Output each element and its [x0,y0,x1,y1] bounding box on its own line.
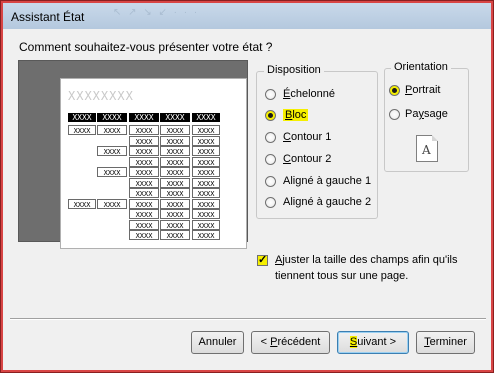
disposition-title: Disposition [264,64,324,76]
radio-label-portrait: Portrait [405,84,441,96]
radio-bloc[interactable]: Bloc [265,107,309,123]
preview-cell: XXXX [129,125,159,135]
preview-cell: XXXX [192,146,220,156]
radio-label-contour-2: Contour 2 [283,153,332,165]
radio-button[interactable] [265,175,276,187]
preview-cell: XXXX [160,135,190,146]
preview-cell: XXXX [160,125,190,135]
finish-button[interactable]: Terminer [416,331,475,354]
document-icon-letter: A [422,143,431,157]
preview-header-cell: XXXX [129,113,159,122]
radio-portrait[interactable]: Portrait [389,82,440,98]
preview-cell: XXXX [129,219,159,230]
radio-label-echelonne: Échelonné [283,88,335,100]
radio-label-bloc: Bloc [283,109,309,121]
radio-aligne-gauche-2[interactable]: Aligné à gauche 2 [265,194,371,210]
orientation-title: Orientation [391,61,451,73]
adjust-fields-label: Ajuster la taille des champs afin qu'ils… [275,253,457,283]
preview-cell: XXXX [68,198,96,209]
radio-button[interactable] [265,153,276,165]
preview-cell: XXXX [160,198,190,209]
preview-cell: XXXX [129,135,159,146]
preview-cell: XXXX [192,167,220,177]
preview-report-title: XXXXXXXX [68,89,134,103]
preview-cell: XXXX [97,146,127,156]
next-button[interactable]: Suivant > [337,331,409,354]
preview-cell: XXXX [129,209,159,219]
cancel-button[interactable]: Annuler [191,331,244,354]
finish-button-label: Terminer [424,336,467,348]
radio-button[interactable] [265,131,276,143]
button-separator [10,318,486,320]
radio-echelonne[interactable]: Échelonné [265,86,335,102]
radio-button[interactable] [265,88,276,100]
previous-button[interactable]: < Précédent [251,331,330,354]
preview-cell: XXXX [160,146,190,156]
radio-button[interactable] [265,196,276,208]
preview-cell: XXXX [129,146,159,156]
preview-cell: XXXX [192,188,220,198]
radio-paysage[interactable]: Paysage [389,106,448,122]
radio-label-aligne-gauche-1: Aligné à gauche 1 [283,175,372,187]
radio-contour-1[interactable]: Contour 1 [265,129,331,145]
preview-header-cell: XXXX [97,113,127,122]
preview-cell: XXXX [129,177,159,188]
preview-cell: XXXX [129,167,159,177]
adjust-fields-line1: Ajuster la taille des champs afin qu'ils [275,254,458,266]
previous-button-label: < Précédent [260,336,321,348]
preview-cell: XXXX [192,177,220,188]
next-button-label: Suivant > [349,336,397,348]
radio-button[interactable] [389,108,400,120]
preview-cell: XXXX [160,177,190,188]
preview-cell: XXXX [192,230,220,240]
preview-cell: XXXX [192,198,220,209]
portrait-document-icon: A [416,135,438,162]
preview-cell: XXXX [192,219,220,230]
preview-cell: XXXX [160,219,190,230]
preview-cell: XXXX [160,156,190,167]
preview-header-cell: XXXX [68,113,96,122]
adjust-fields-checkbox[interactable] [257,253,268,266]
title-bar[interactable]: Assistant État ↖ ↗ ↘ ↙ · · · [3,3,491,29]
preview-cell: XXXX [129,188,159,198]
preview-cell: XXXX [97,198,127,209]
preview-cell: XXXX [192,135,220,146]
radio-label-aligne-gauche-2: Aligné à gauche 2 [283,196,372,208]
window-title: Assistant État [11,10,85,24]
wizard-question: Comment souhaitez-vous présenter votre é… [19,40,273,54]
radio-label-contour-1: Contour 1 [283,131,332,143]
radio-button-selected[interactable] [389,84,400,96]
preview-header-cell: XXXX [192,113,220,122]
preview-cell: XXXX [160,230,190,240]
radio-button-selected[interactable] [265,109,276,121]
cancel-button-label: Annuler [198,336,237,348]
preview-cell: XXXX [192,156,220,167]
preview-cell: XXXX [97,125,127,135]
preview-cell: XXXX [160,209,190,219]
adjust-fields-line2: tiennent tous sur une page. [275,270,409,282]
preview-cell: XXXX [129,156,159,167]
radio-label-paysage: Paysage [405,108,448,120]
preview-cell: XXXX [192,209,220,219]
radio-label-echelonne-rest: chelonné [290,88,335,100]
preview-header-cell: XXXX [160,113,190,122]
preview-cell: XXXX [192,125,220,135]
preview-cell: XXXX [129,230,159,240]
preview-cell: XXXX [97,167,127,177]
title-bar-ghost-text: ↖ ↗ ↘ ↙ · · · [113,7,200,18]
preview-cell: XXXX [160,188,190,198]
radio-contour-2[interactable]: Contour 2 [265,151,331,167]
radio-aligne-gauche-1[interactable]: Aligné à gauche 1 [265,173,371,189]
preview-cell: XXXX [129,198,159,209]
preview-cell: XXXX [160,167,190,177]
preview-cell: XXXX [68,125,96,135]
